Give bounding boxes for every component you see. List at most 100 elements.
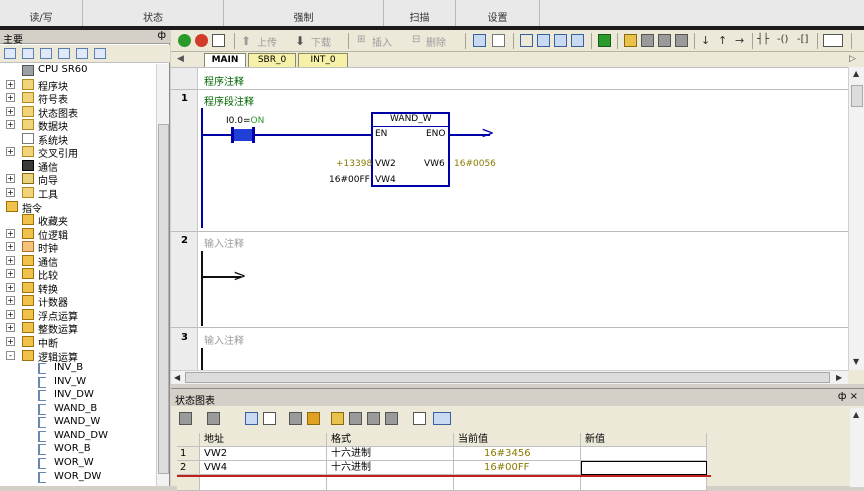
editor-horizontal-scrollbar[interactable]: ◀ ▶ [171, 370, 848, 384]
scroll-left-icon[interactable]: ◀ [174, 373, 180, 382]
upload-button[interactable]: 上传 [257, 34, 277, 49]
lock-all-icon[interactable] [641, 34, 654, 47]
unlock-icon[interactable] [658, 34, 671, 47]
scroll-up-icon[interactable]: ▲ [853, 69, 859, 78]
ribbon-group-settings[interactable]: 设置 [456, 0, 540, 26]
expand-icon[interactable]: + [6, 174, 15, 184]
format-cell[interactable]: 十六进制 [327, 447, 454, 461]
download-icon[interactable]: ⬇ [295, 34, 308, 48]
expand-icon[interactable]: + [6, 296, 15, 306]
chart-status-icon[interactable] [245, 412, 258, 425]
table-row[interactable]: 1 VW2 十六进制 16#3456 [177, 447, 711, 461]
box-icon[interactable] [520, 34, 533, 47]
pane-controls[interactable]: ф × [838, 391, 858, 402]
expand-icon[interactable]: + [6, 228, 15, 238]
right-line-icon[interactable]: → [735, 34, 748, 47]
collapse-icon[interactable]: - [6, 350, 15, 360]
run-icon[interactable] [178, 34, 191, 47]
network-comment[interactable]: 输入注释 [204, 235, 244, 250]
view-icon[interactable] [40, 48, 52, 59]
format-cell[interactable]: 十六进制 [327, 461, 454, 475]
ribbon-group-scan[interactable]: 扫描 [384, 0, 456, 26]
add-row-icon[interactable] [179, 412, 192, 425]
unforce-icon[interactable] [367, 412, 380, 425]
delete-button[interactable]: 删除 [426, 34, 446, 49]
format-icon[interactable] [433, 412, 451, 425]
bookmark-prev-icon[interactable] [571, 34, 584, 47]
expand-icon[interactable]: + [6, 337, 15, 346]
scroll-right-icon[interactable]: ▶ [836, 373, 842, 382]
editor-vertical-scrollbar[interactable]: ▲ ▼ [848, 67, 864, 370]
expand-icon[interactable]: + [6, 120, 15, 130]
scroll-down-icon[interactable]: ▼ [853, 357, 859, 366]
table-row[interactable]: 2 VW4 十六进制 16#00FF [177, 461, 711, 475]
expand-icon[interactable]: + [6, 323, 15, 333]
expand-icon[interactable]: + [6, 147, 15, 157]
scroll-up-icon[interactable]: ▲ [853, 410, 859, 419]
lock-icon[interactable] [624, 34, 637, 47]
upload-icon[interactable]: ⬆ [241, 34, 254, 48]
editor-vscroll-thumb[interactable] [851, 85, 863, 107]
coil-icon[interactable]: -() [777, 34, 790, 47]
expand-icon[interactable]: + [6, 106, 15, 116]
tree-scroll-thumb[interactable] [158, 124, 169, 474]
network-comment[interactable]: 程序段注释 [204, 93, 254, 108]
force-icon[interactable] [675, 34, 688, 47]
expand-icon[interactable]: + [6, 255, 15, 265]
pencil-icon[interactable] [307, 412, 320, 425]
compile-icon[interactable] [212, 34, 225, 47]
force-icon[interactable] [349, 412, 362, 425]
ribbon-group-read-write[interactable]: 读/写 [0, 0, 83, 26]
expand-icon[interactable]: + [6, 93, 15, 103]
write-icon[interactable] [289, 412, 302, 425]
trend-view-icon[interactable] [413, 412, 426, 425]
view-icon[interactable] [4, 48, 16, 59]
expand-icon[interactable]: + [6, 79, 15, 89]
address-cell[interactable]: VW4 [200, 461, 327, 475]
expand-icon[interactable]: + [6, 282, 15, 292]
program-status-icon[interactable] [492, 34, 505, 47]
address-cell[interactable]: VW2 [200, 447, 327, 461]
contact-icon[interactable]: ┤├ [757, 34, 770, 47]
view-icon[interactable] [94, 48, 106, 59]
tab-scroll-right-icon[interactable]: ▷ [849, 54, 856, 64]
expand-icon[interactable]: + [6, 187, 15, 197]
new-value-cell[interactable] [581, 447, 707, 461]
tab-main[interactable]: MAIN [204, 53, 246, 67]
expand-icon[interactable]: + [6, 309, 15, 319]
tree-scrollbar[interactable] [156, 64, 169, 486]
network-icon[interactable] [823, 34, 843, 47]
status-monitor-icon[interactable] [473, 34, 486, 47]
view-icon[interactable] [76, 48, 88, 59]
read-forced-icon[interactable] [385, 412, 398, 425]
view-icon[interactable] [58, 48, 70, 59]
ribbon-group-force[interactable]: 强制 [224, 0, 384, 26]
bookmark-next-icon[interactable] [554, 34, 567, 47]
tab-sbr-0[interactable]: SBR_0 [248, 53, 296, 67]
single-read-icon[interactable] [263, 412, 276, 425]
table-row[interactable] [177, 475, 711, 491]
editor-hscroll-thumb[interactable] [185, 372, 830, 383]
pin-icon[interactable]: ф [157, 30, 166, 41]
lock-icon[interactable] [331, 412, 344, 425]
download-button[interactable]: 下载 [311, 34, 331, 49]
down-line-icon[interactable]: ↓ [701, 34, 714, 47]
view-icon[interactable] [22, 48, 34, 59]
goto-icon[interactable] [598, 34, 611, 47]
ladder-editor[interactable]: 程序注释 1 程序段注释 I0.0=ON WAND_W EN ENO > +13… [171, 67, 848, 370]
status-chart-scrollbar[interactable]: ▲ [850, 408, 864, 487]
insert-icon[interactable]: ⊞ [357, 34, 370, 47]
insert-button[interactable]: 插入 [372, 34, 392, 49]
expand-icon[interactable]: + [6, 242, 15, 252]
bookmark-icon[interactable] [537, 34, 550, 47]
expand-icon[interactable]: + [6, 269, 15, 279]
ribbon-group-status[interactable]: 状态 [83, 0, 224, 26]
tab-int-0[interactable]: INT_0 [298, 53, 348, 67]
program-comment[interactable]: 程序注释 [204, 73, 244, 88]
up-line-icon[interactable]: ↑ [718, 34, 731, 47]
delete-icon[interactable]: ⊟ [412, 34, 425, 47]
remove-row-icon[interactable] [207, 412, 220, 425]
stop-icon[interactable] [195, 34, 208, 47]
new-value-cell[interactable] [581, 461, 707, 475]
box-insert-icon[interactable]: -[] [797, 34, 810, 47]
